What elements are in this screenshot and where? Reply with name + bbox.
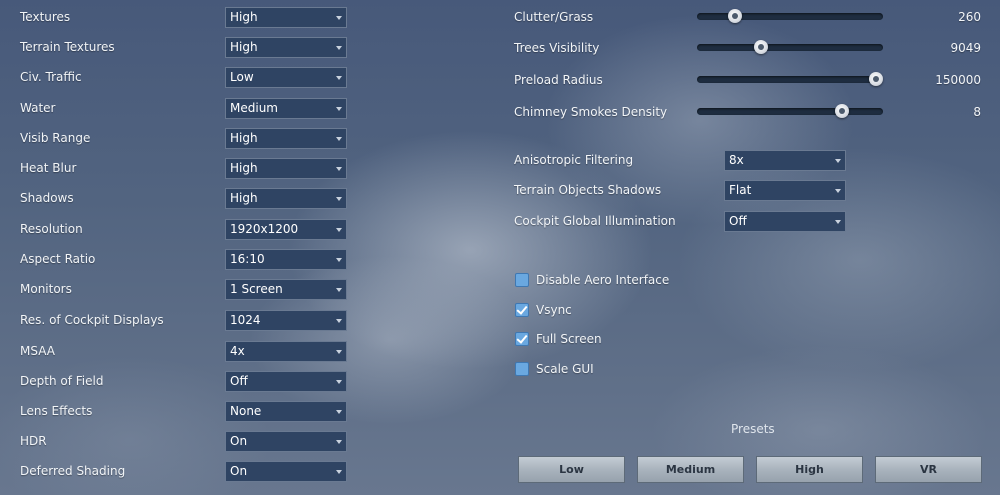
cockpit-global-illumination-label: Cockpit Global Illumination [514, 214, 676, 228]
water-label: Water [20, 101, 56, 115]
shadows-label: Shadows [20, 191, 74, 205]
terrain-textures-dropdown[interactable]: High [225, 37, 347, 58]
preload-radius-value: 150000 [935, 73, 981, 87]
cockpit-global-illumination-dropdown[interactable]: Off [724, 211, 846, 232]
deferred-shading-dropdown[interactable]: On [225, 461, 347, 482]
heat-blur-label: Heat Blur [20, 161, 77, 175]
shadows-dropdown[interactable]: High [225, 188, 347, 209]
chevron-down-icon [336, 350, 342, 354]
preset-medium-button[interactable]: Medium [637, 456, 744, 483]
slider-knob[interactable] [753, 40, 768, 54]
trees-visibility-label: Trees Visibility [514, 41, 600, 55]
visib-range-dropdown[interactable]: High [225, 128, 347, 149]
chimney-smokes-density-slider[interactable] [697, 104, 883, 118]
aspect-ratio-dropdown[interactable]: 16:10 [225, 249, 347, 270]
chevron-down-icon [336, 197, 342, 201]
slider-track[interactable] [697, 108, 883, 115]
depth-of-field-dropdown[interactable]: Off [225, 371, 347, 392]
chimney-smokes-density-label: Chimney Smokes Density [514, 105, 668, 119]
slider-knob[interactable] [727, 9, 742, 23]
chevron-down-icon [336, 76, 342, 80]
checkmark-icon [516, 303, 528, 315]
chevron-down-icon [336, 228, 342, 232]
chevron-down-icon [336, 440, 342, 444]
chevron-down-icon [336, 137, 342, 141]
preset-low-button[interactable]: Low [518, 456, 625, 483]
hdr-label: HDR [20, 434, 47, 448]
scale-gui-checkbox[interactable] [515, 362, 529, 376]
trees-visibility-value: 9049 [950, 41, 981, 55]
slider-track[interactable] [697, 44, 883, 51]
chevron-down-icon [336, 46, 342, 50]
lens-effects-label: Lens Effects [20, 404, 93, 418]
preset-vr-button[interactable]: VR [875, 456, 982, 483]
disable-aero-label[interactable]: Disable Aero Interface [536, 273, 669, 287]
vsync-checkbox[interactable] [515, 303, 529, 317]
scale-gui-label[interactable]: Scale GUI [536, 362, 594, 376]
aspect-ratio-label: Aspect Ratio [20, 252, 96, 266]
chimney-smokes-density-value: 8 [973, 105, 981, 119]
chevron-down-icon [336, 167, 342, 171]
checkmark-icon [516, 332, 528, 344]
chevron-down-icon [336, 380, 342, 384]
visib-range-label: Visib Range [20, 131, 91, 145]
trees-visibility-slider[interactable] [697, 40, 883, 54]
textures-dropdown[interactable]: High [225, 7, 347, 28]
cockpit-displays-res-dropdown[interactable]: 1024 [225, 310, 347, 331]
chevron-down-icon [336, 319, 342, 323]
slider-knob[interactable] [834, 104, 849, 118]
chevron-down-icon [336, 288, 342, 292]
hdr-dropdown[interactable]: On [225, 431, 347, 452]
full-screen-checkbox[interactable] [515, 332, 529, 346]
resolution-label: Resolution [20, 222, 83, 236]
chevron-down-icon [835, 220, 841, 224]
disable-aero-checkbox[interactable] [515, 273, 529, 287]
chevron-down-icon [835, 189, 841, 193]
preload-radius-slider[interactable] [697, 72, 883, 86]
vsync-label[interactable]: Vsync [536, 303, 572, 317]
terrain-objects-shadows-dropdown[interactable]: Flat [724, 180, 846, 201]
clutter-grass-label: Clutter/Grass [514, 10, 594, 24]
slider-track[interactable] [697, 76, 883, 83]
heat-blur-dropdown[interactable]: High [225, 158, 347, 179]
chevron-down-icon [336, 107, 342, 111]
cockpit-displays-res-label: Res. of Cockpit Displays [20, 313, 164, 327]
resolution-dropdown[interactable]: 1920x1200 [225, 219, 347, 240]
terrain-objects-shadows-label: Terrain Objects Shadows [514, 183, 662, 197]
chevron-down-icon [835, 159, 841, 163]
anisotropic-filtering-label: Anisotropic Filtering [514, 153, 634, 167]
clutter-grass-value: 260 [958, 10, 981, 24]
monitors-label: Monitors [20, 282, 72, 296]
preload-radius-label: Preload Radius [514, 73, 603, 87]
chevron-down-icon [336, 410, 342, 414]
chevron-down-icon [336, 16, 342, 20]
clutter-grass-slider[interactable] [697, 9, 883, 23]
textures-label: Textures [20, 10, 71, 24]
msaa-dropdown[interactable]: 4x [225, 341, 347, 362]
presets-title: Presets [731, 422, 775, 436]
lens-effects-dropdown[interactable]: None [225, 401, 347, 422]
chevron-down-icon [336, 470, 342, 474]
anisotropic-filtering-dropdown[interactable]: 8x [724, 150, 846, 171]
chevron-down-icon [336, 258, 342, 262]
water-dropdown[interactable]: Medium [225, 98, 347, 119]
civ-traffic-label: Civ. Traffic [20, 70, 82, 84]
full-screen-label[interactable]: Full Screen [536, 332, 602, 346]
preset-high-button[interactable]: High [756, 456, 863, 483]
slider-knob[interactable] [869, 72, 883, 86]
msaa-label: MSAA [20, 344, 55, 358]
depth-of-field-label: Depth of Field [20, 374, 104, 388]
deferred-shading-label: Deferred Shading [20, 464, 126, 478]
monitors-dropdown[interactable]: 1 Screen [225, 279, 347, 300]
terrain-textures-label: Terrain Textures [20, 40, 115, 54]
slider-track[interactable] [697, 13, 883, 20]
civ-traffic-dropdown[interactable]: Low [225, 67, 347, 88]
